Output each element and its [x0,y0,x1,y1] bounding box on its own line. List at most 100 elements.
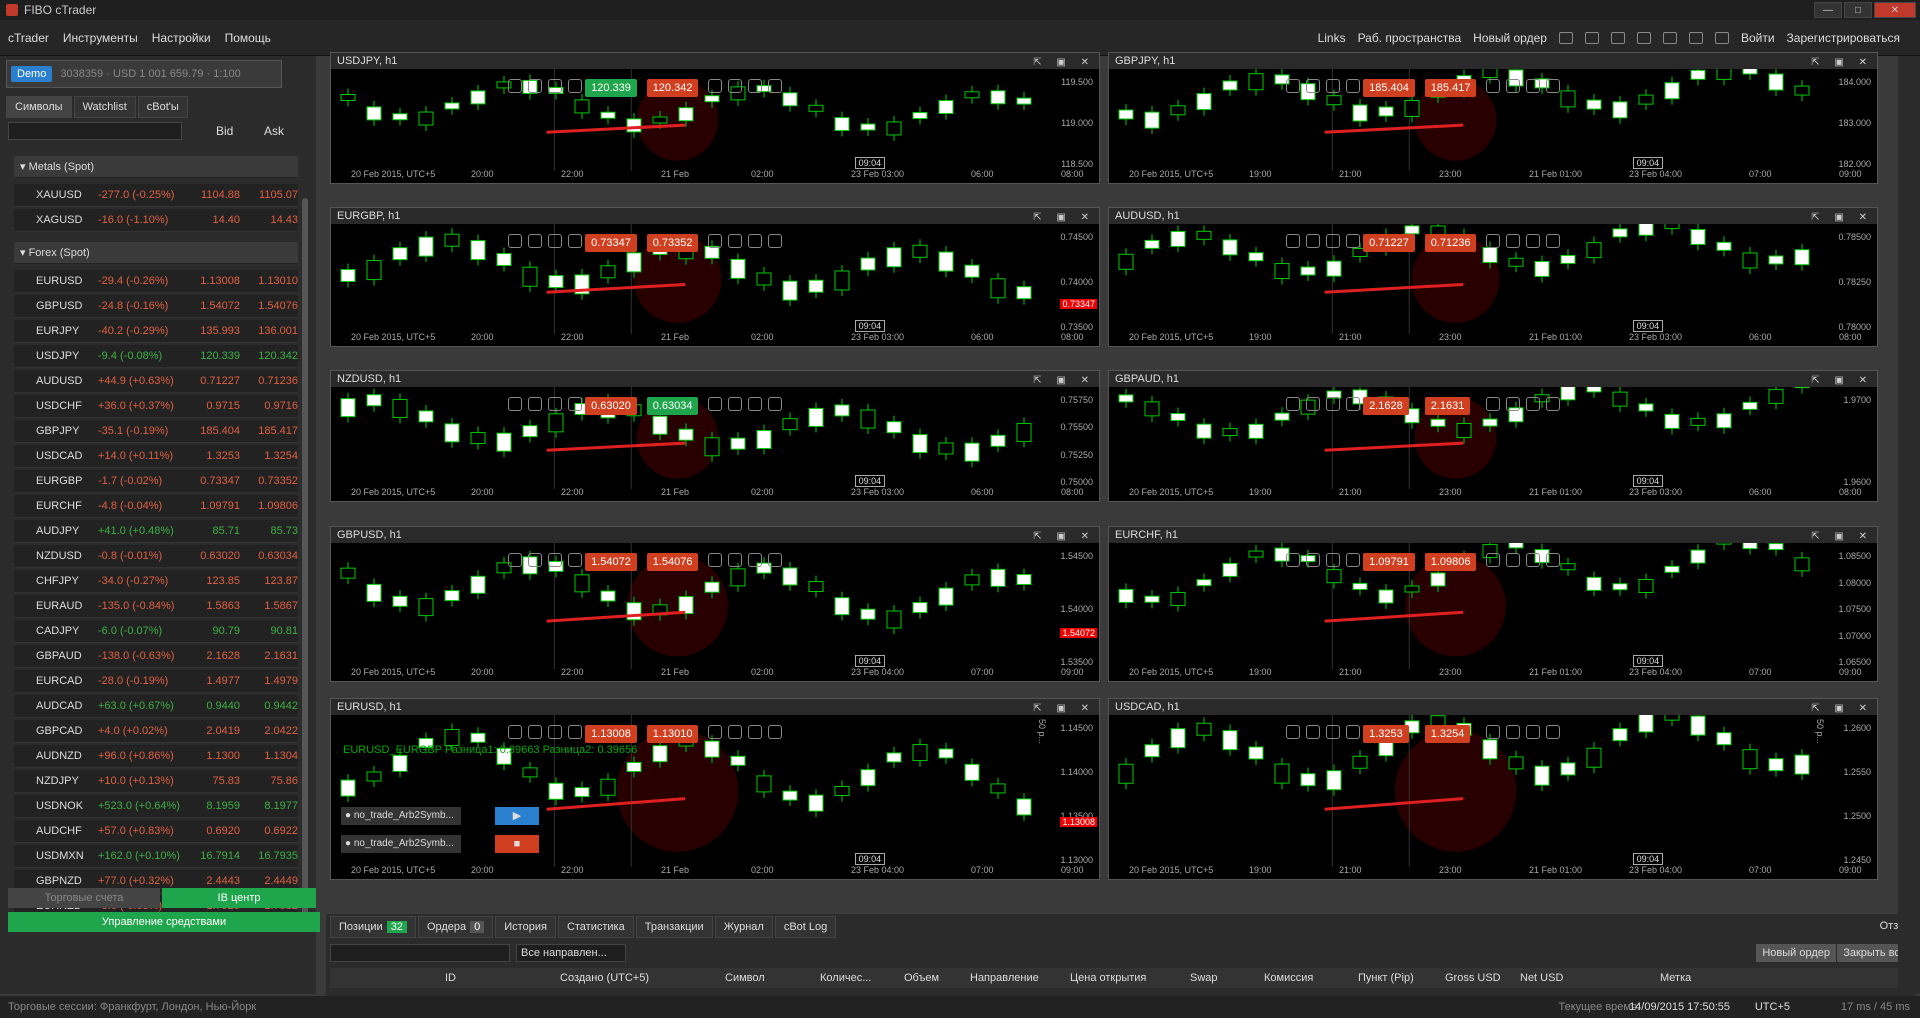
bottom-tab[interactable]: Транзакции [635,916,713,938]
timezone-selector[interactable]: UTC+5 [1755,1001,1790,1013]
symbol-bid[interactable]: 8.1959 [184,800,240,812]
bot-icon[interactable] [1526,79,1541,93]
list-icon[interactable] [708,553,723,567]
symbol-row[interactable]: EURAUD -135.0 (-0.84%) 1.5863 1.5867 [14,595,298,618]
candle-icon[interactable] [548,234,563,248]
menu-settings[interactable]: Настройки [152,31,211,45]
buy-price-button[interactable]: 1.54076 [646,553,699,571]
period-icon[interactable] [568,79,583,93]
fb-icon[interactable] [728,234,743,248]
fb-icon[interactable] [728,553,743,567]
zoom-icon[interactable] [1286,397,1301,411]
chart-window[interactable]: GBPJPY, h1 ⇱ ▣ ✕ 185.404 185.417 184.000 183.… [1108,52,1920,184]
column-header[interactable]: ID [445,972,456,984]
tab-symbols[interactable]: Символы [6,96,72,118]
fb-icon[interactable] [1506,397,1521,411]
chart-window[interactable]: USDCAD, h1 ⇱ ▣ ✕ 1.3253 1.3254 1.2600 1.2550 1… [1108,698,1920,880]
symbol-row[interactable]: USDJPY -9.4 (-0.08%) 120.339 120.342 [14,345,298,368]
chart-type-icon[interactable] [1306,79,1321,93]
symbol-row[interactable]: USDMXN +162.0 (+0.10%) 16.7914 16.7935 [14,845,298,868]
chart-type-icon[interactable] [528,725,543,739]
zoom-icon[interactable] [1286,725,1301,739]
column-header[interactable]: Комиссия [1264,972,1313,984]
close-button[interactable]: ✕ [1874,2,1916,18]
alert-icon[interactable] [1636,32,1651,44]
bottom-tab[interactable]: Ордера 0 [417,916,494,938]
symbol-bid[interactable]: 1.09791 [184,500,240,512]
candle-icon[interactable] [548,397,563,411]
minimize-button[interactable]: — [1814,2,1842,18]
chart-window[interactable]: USDJPY, h1 ⇱ ▣ ✕ 120.339 120.342 119.500 119.… [330,52,1164,184]
column-header[interactable]: Объем [904,972,939,984]
period-icon[interactable] [568,397,583,411]
period-icon[interactable] [568,553,583,567]
user-icon[interactable] [768,397,783,411]
list-icon[interactable] [1486,725,1501,739]
column-header[interactable]: Метка [1660,972,1691,984]
candle-icon[interactable] [1326,234,1341,248]
symbol-ask[interactable]: 0.73352 [240,475,298,487]
buy-price-button[interactable]: 1.3254 [1424,725,1471,743]
candle-icon[interactable] [1326,725,1341,739]
cbot-instance[interactable]: ● no_trade_Arb2Symb... [341,807,461,825]
zoom-icon[interactable] [1286,234,1301,248]
candle-icon[interactable] [548,553,563,567]
chart-type-icon[interactable] [1306,553,1321,567]
symbol-row[interactable]: EURCAD -28.0 (-0.19%) 1.4977 1.4979 [14,670,298,693]
list-icon[interactable] [708,79,723,93]
chart-window[interactable]: AUDUSD, h1 ⇱ ▣ ✕ 0.71227 0.71236 0.78500 0.78… [1108,207,1920,347]
symbol-row[interactable]: EURJPY -40.2 (-0.29%) 135.993 136.001 [14,320,298,343]
bot-icon[interactable] [748,553,763,567]
sell-price-button[interactable]: 1.09791 [1363,553,1415,571]
bot-icon[interactable] [1526,553,1541,567]
fb-icon[interactable] [728,79,743,93]
chart-window[interactable]: NZDUSD, h1 ⇱ ▣ ✕ 0.63020 0.63034 0.75750 0.75… [330,370,1164,502]
symbol-row[interactable]: EURGBP -1.7 (-0.02%) 0.73347 0.73352 [14,470,298,493]
symbol-bid[interactable]: 0.73347 [184,475,240,487]
symbol-ask[interactable]: 75.86 [240,775,298,787]
candle-icon[interactable] [1326,553,1341,567]
sell-price-button[interactable]: 1.13008 [585,725,637,743]
symbol-ask[interactable]: 1.13010 [240,275,298,287]
chart-window[interactable]: EURCHF, h1 ⇱ ▣ ✕ 1.09791 1.09806 1.08500 1.08… [1108,526,1920,682]
symbol-row[interactable]: CADJPY -6.0 (-0.07%) 90.79 90.81 [14,620,298,643]
sell-price-button[interactable]: 1.3253 [1363,725,1409,743]
symbol-bid[interactable]: 2.0419 [184,725,240,737]
symbol-ask[interactable]: 0.63034 [240,550,298,562]
bottom-tab[interactable]: cBot Log [774,916,837,938]
user-icon[interactable] [1546,79,1561,93]
chart-type-icon[interactable] [528,397,543,411]
period-icon[interactable] [1346,79,1361,93]
period-icon[interactable] [1346,553,1361,567]
new-order-bottom-button[interactable]: Новый ордер [1756,944,1836,962]
tab-watchlist[interactable]: Watchlist [73,96,136,118]
chart-window[interactable]: GBPUSD, h1 ⇱ ▣ ✕ 1.54072 1.54076 1.54500 1.54… [330,526,1163,682]
symbol-ask[interactable]: 1.09806 [240,500,298,512]
zoom-icon[interactable] [508,79,523,93]
sell-price-button[interactable]: 0.63020 [585,397,637,415]
position-search-input[interactable] [330,944,510,962]
chart-type-icon[interactable] [1306,725,1321,739]
register-button[interactable]: Зарегистрироваться [1787,31,1900,45]
user-icon[interactable] [768,234,783,248]
user-icon[interactable] [1546,553,1561,567]
candle-icon[interactable] [1326,79,1341,93]
symbol-ask[interactable]: 0.6922 [240,825,298,837]
symbol-bid[interactable]: 0.9715 [184,400,240,412]
list-icon[interactable] [708,234,723,248]
symbol-row[interactable]: GBPUSD -24.8 (-0.16%) 1.54072 1.54076 [14,295,298,318]
symbol-row[interactable]: EURUSD -29.4 (-0.26%) 1.13008 1.13010 [14,270,298,293]
symbol-row[interactable]: USDCAD +14.0 (+0.11%) 1.3253 1.3254 [14,445,298,468]
symbol-ask[interactable]: 136.001 [240,325,298,337]
ib-center-button[interactable]: IB центр [162,888,316,908]
user-icon[interactable] [768,79,783,93]
bottom-tab[interactable]: Статистика [557,916,634,938]
list-icon[interactable] [1486,397,1501,411]
sell-price-button[interactable]: 1.54072 [585,553,637,571]
list-icon[interactable] [1486,79,1501,93]
symbol-row[interactable]: GBPAUD -138.0 (-0.63%) 2.1628 2.1631 [14,645,298,668]
fb-icon[interactable] [1506,234,1521,248]
symbol-ask[interactable]: 120.342 [240,350,298,362]
bot-icon[interactable] [1526,234,1541,248]
chart-window[interactable]: GBPAUD, h1 ⇱ ▣ ✕ 2.1628 2.1631 1.9700 1.9600 2… [1108,370,1920,502]
